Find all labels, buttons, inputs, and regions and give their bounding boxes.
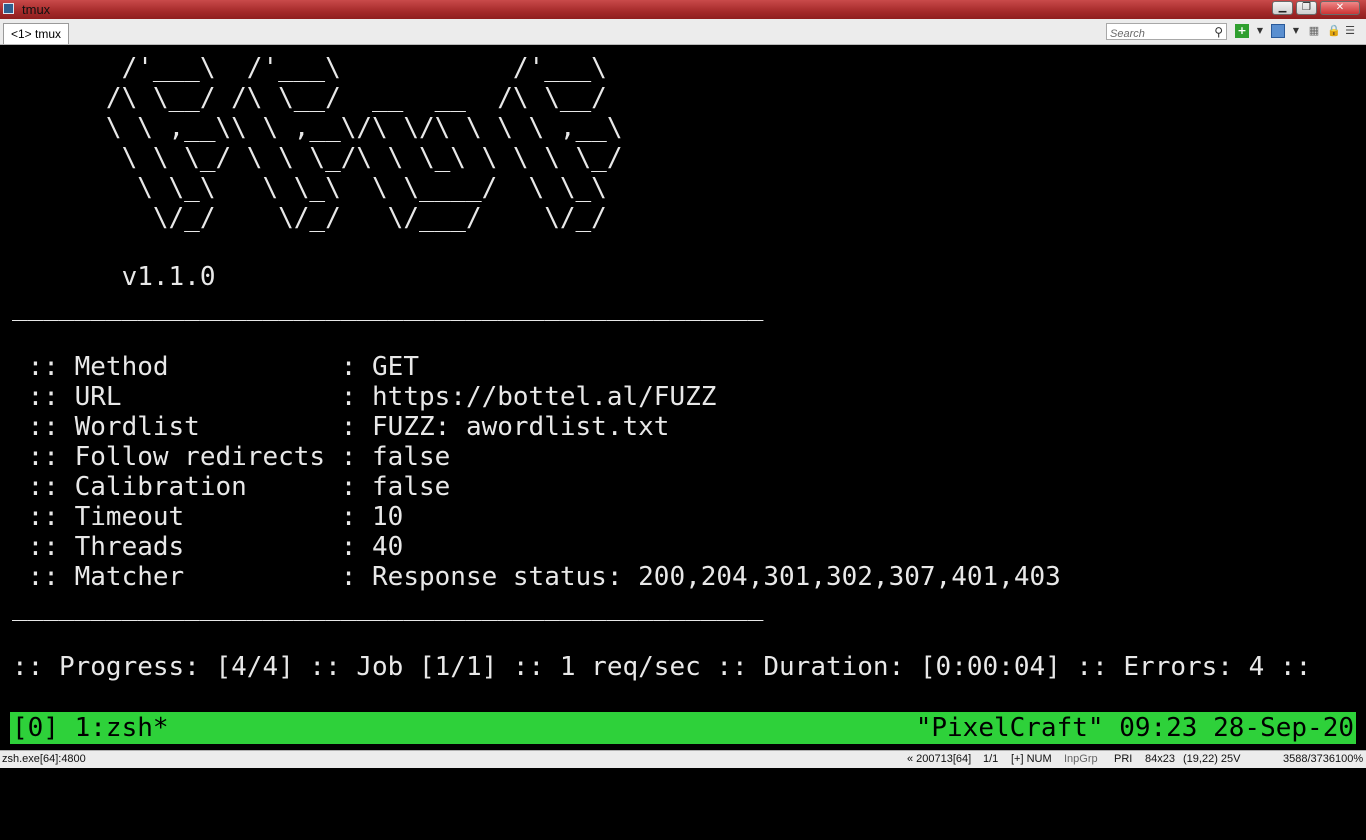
- setting-wordlist: :: Wordlist : FUZZ: awordlist.txt: [12, 412, 670, 442]
- setting-follow-redirects: :: Follow redirects : false: [12, 442, 451, 472]
- banner-line: \ \ ,__\\ \ ,__\/\ \/\ \ \ \ ,__\: [12, 113, 623, 143]
- process-info[interactable]: zsh.exe[64]:4800: [2, 751, 86, 767]
- new-console-dropdown-icon[interactable]: ▼: [1253, 24, 1267, 38]
- input-group[interactable]: InpGrp: [1064, 751, 1098, 767]
- search-box[interactable]: ⚲: [1106, 23, 1227, 41]
- version-line: v1.1.0: [12, 262, 216, 292]
- setting-timeout: :: Timeout : 10: [12, 502, 404, 532]
- setting-matcher: :: Matcher : Response status: 200,204,30…: [12, 562, 1061, 592]
- close-button[interactable]: ✕: [1320, 1, 1360, 15]
- setting-calibration: :: Calibration : false: [12, 472, 451, 502]
- banner-line: \ \_\ \ \_\ \ \____/ \ \_\: [12, 173, 607, 203]
- menu-icon[interactable]: ☰: [1343, 24, 1357, 38]
- panes-dropdown-icon[interactable]: ▼: [1289, 24, 1303, 38]
- lock-icon[interactable]: 🔒: [1327, 24, 1341, 38]
- banner-line: /\ \__/ /\ \__/ __ __ /\ \__/: [12, 83, 607, 113]
- buffer-info[interactable]: 3588/3736: [1283, 751, 1335, 767]
- tmux-status-bar: [0] 1:zsh* "PixelCraft" 09:23 28-Sep-20: [10, 712, 1356, 744]
- progress-line: :: Progress: [4/4] :: Job [1/1] :: 1 req…: [12, 652, 1312, 682]
- app-icon[interactable]: [3, 3, 14, 14]
- keyboard-mode[interactable]: [+] NUM: [1011, 751, 1052, 767]
- banner-line: \ \ \_/ \ \ \_/\ \ \_\ \ \ \ \_/: [12, 143, 623, 173]
- new-console-icon[interactable]: +: [1235, 24, 1249, 38]
- banner-line: /'___\ /'___\ /'___\: [12, 53, 607, 83]
- separator-line: ________________________________________…: [12, 292, 764, 322]
- banner-line: \/_/ \/_/ \/___/ \/_/: [12, 203, 607, 233]
- setting-method: :: Method : GET: [12, 352, 419, 382]
- maximize-button[interactable]: ❐: [1296, 1, 1317, 15]
- search-icon[interactable]: ⚲: [1214, 25, 1223, 39]
- search-input[interactable]: [1107, 27, 1210, 41]
- pane-info[interactable]: 1/1: [983, 751, 998, 767]
- setting-threads: :: Threads : 40: [12, 532, 404, 562]
- minimize-button[interactable]: ▁: [1272, 1, 1293, 15]
- console-size[interactable]: 84x23: [1145, 751, 1175, 767]
- panes-icon[interactable]: [1271, 24, 1285, 38]
- console-status-bar: zsh.exe[64]:4800 « 200713[64] 1/1 [+] NU…: [0, 750, 1366, 768]
- separator-line: ________________________________________…: [12, 592, 764, 622]
- shell-prompt: >_~ ᚴ (master) ⚡: [10, 682, 1310, 742]
- setting-url: :: URL : https://bottel.al/FUZZ: [12, 382, 717, 412]
- title-bar: tmux ▁ ❐ ✕: [0, 0, 1366, 19]
- tmux-window-list[interactable]: [0] 1:zsh*: [12, 712, 169, 744]
- tmux-status-right: "PixelCraft" 09:23 28-Sep-20: [915, 713, 1354, 743]
- zoom-level[interactable]: 100%: [1335, 751, 1363, 767]
- tab-tmux[interactable]: <1> tmux: [3, 23, 70, 44]
- window-title: tmux: [22, 2, 51, 17]
- build-info[interactable]: « 200713[64]: [907, 751, 971, 767]
- priority[interactable]: PRI: [1114, 751, 1132, 767]
- cursor-position[interactable]: (19,22) 25V: [1183, 751, 1240, 767]
- tab-bar: <1> tmux ⚲ + ▼ ▼ ▦ 🔒 ☰: [0, 19, 1366, 45]
- terminal[interactable]: /'___\ /'___\ /'___\ /\ \__/ /\ \__/ __ …: [0, 45, 1366, 750]
- layout-icon[interactable]: ▦: [1307, 24, 1321, 38]
